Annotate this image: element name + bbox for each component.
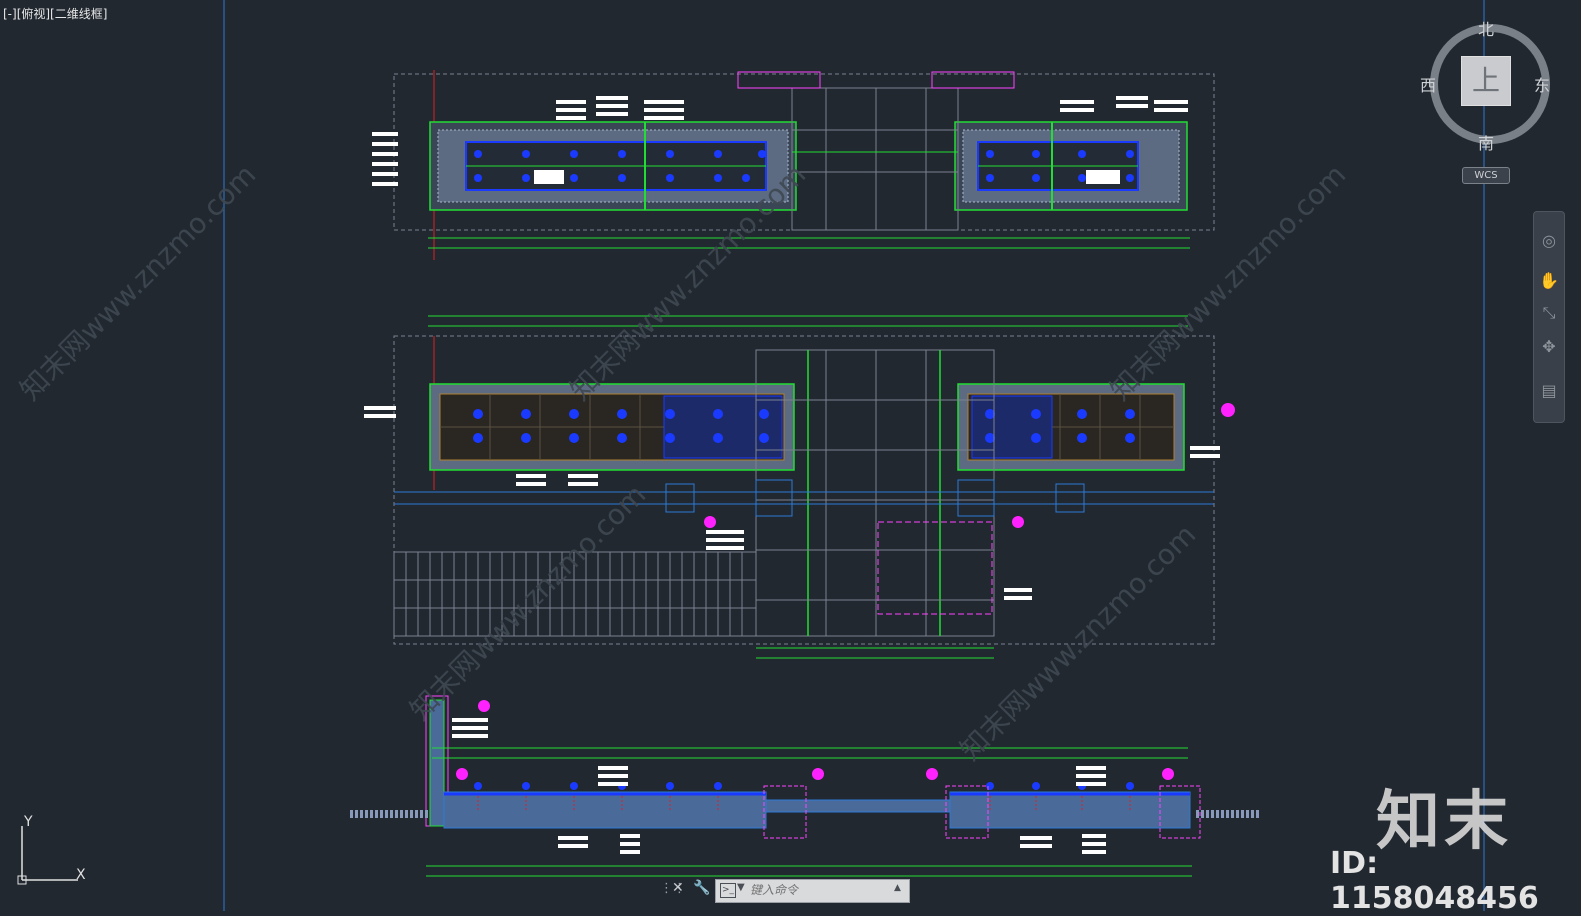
viewcube-top-face[interactable]: 上	[1461, 56, 1511, 106]
ucs-y-label: Y	[23, 814, 33, 830]
drawing-canvas[interactable]	[0, 0, 1581, 911]
wcs-menu-button[interactable]: WCS	[1462, 167, 1510, 184]
steering-wheel-icon[interactable]: ◎	[1538, 230, 1560, 252]
compass-south-label[interactable]: 南	[1478, 130, 1494, 154]
compass-north-label[interactable]: 北	[1478, 16, 1494, 40]
chevron-up-icon[interactable]: ▲	[894, 883, 901, 893]
viewport-label[interactable]: [-][俯视][二维线框]	[3, 5, 107, 22]
compass-east-label[interactable]: 东	[1534, 72, 1550, 96]
compass-west-label[interactable]: 西	[1420, 72, 1436, 96]
chevron-down-icon[interactable]: ▼	[737, 882, 745, 893]
command-prompt-icon[interactable]: >_	[720, 883, 736, 898]
navigation-bar[interactable]: ◎ ✋ ⤡ ✥ ▤	[1533, 211, 1565, 423]
command-line[interactable]: ⋮⋮ ✕ 🔧 >_ ▼ ▲	[660, 879, 910, 903]
wrench-icon[interactable]: 🔧	[693, 880, 710, 898]
pan-hand-icon[interactable]: ✋	[1538, 270, 1560, 292]
orbit-icon[interactable]: ✥	[1538, 336, 1560, 358]
zoom-icon[interactable]: ⤡	[1538, 302, 1560, 324]
ucs-icon: Y X	[17, 814, 86, 885]
command-input-box[interactable]: >_ ▼ ▲	[715, 879, 910, 903]
close-icon[interactable]: ✕	[672, 880, 686, 898]
watermark-id: ID: 1158048456	[1330, 846, 1539, 916]
viewcube[interactable]: 上 北 南 西 东	[1420, 16, 1550, 153]
section-view-bottom	[350, 695, 1260, 877]
command-input[interactable]	[750, 881, 890, 899]
showmotion-icon[interactable]: ▤	[1538, 380, 1560, 402]
ucs-x-label: X	[76, 867, 86, 883]
drag-grip-icon[interactable]: ⋮⋮	[660, 881, 686, 899]
